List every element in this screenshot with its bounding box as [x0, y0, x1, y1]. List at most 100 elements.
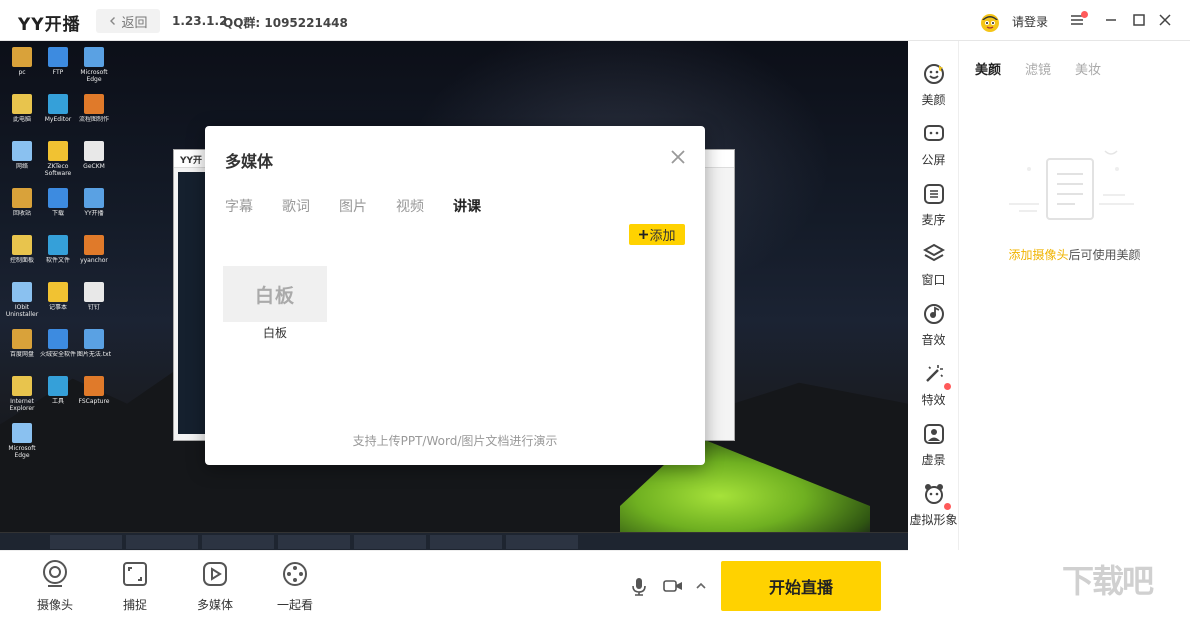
desktop-icon-label: 网络: [15, 163, 28, 170]
tool-layers[interactable]: 窗口: [908, 243, 959, 288]
desktop-icon-label: 软件文件: [45, 257, 70, 264]
desktop-icon: GeCKM: [74, 141, 114, 177]
tool-sound[interactable]: 音效: [908, 303, 959, 348]
taskbar-item: [50, 535, 122, 549]
tool-chat[interactable]: 公屏: [908, 123, 959, 168]
chevron-up-icon[interactable]: [694, 575, 708, 597]
tool-virtual-bg[interactable]: 虚景: [908, 423, 959, 468]
maximize-button[interactable]: [1129, 10, 1149, 30]
desktop-icon: IObit Uninstaller: [2, 282, 42, 318]
desktop-app-icon: [84, 282, 104, 302]
beauty-panel: 美颜 滤镜 美妆 添加摄像头后可使用美颜 下载吧: [959, 41, 1190, 620]
close-icon: [1159, 14, 1171, 26]
desktop-app-icon: [12, 94, 32, 114]
bottom-button-label: 摄像头: [36, 598, 73, 612]
panel-tab-2[interactable]: 美妆: [1075, 59, 1101, 78]
desktop-icon: MyEditor: [38, 94, 78, 130]
menu-button[interactable]: [1067, 10, 1088, 30]
start-live-button[interactable]: 开始直播: [721, 561, 881, 611]
desktop-icon-label: 回收站: [12, 210, 31, 217]
captured-window-thumbnail: [178, 172, 208, 434]
desktop-icon: 网络: [2, 141, 42, 177]
desktop-icon-label: ZKTeco Software: [44, 163, 72, 177]
desktop-icon-label: 百度网盘: [9, 351, 34, 358]
desktop-icon-label: 火绒安全软件: [39, 351, 76, 358]
desktop-app-icon: [12, 329, 32, 349]
panel-tab-0[interactable]: 美颜: [975, 59, 1001, 78]
tool-label: 公屏: [921, 153, 946, 167]
desktop-icon: 记事本: [38, 282, 78, 318]
desktop-icon-label: 控制面板: [9, 257, 34, 264]
desktop-icon: 火绒安全软件: [38, 329, 78, 365]
magic-wand-icon: [925, 365, 943, 382]
tool-queue[interactable]: 麦序: [908, 183, 959, 228]
layers-icon: [922, 243, 945, 262]
desktop-icon: 此电脑: [2, 94, 42, 130]
title-bar: YY开播 返回 1.23.1.2 QQ群: 1095221448 请登录: [0, 0, 1190, 41]
tab-4[interactable]: 讲课: [453, 196, 481, 216]
desktop-icon: 流程图制作: [74, 94, 114, 130]
tool-label: 音效: [921, 333, 946, 347]
chat-icon: [923, 125, 944, 141]
minimize-button[interactable]: [1101, 10, 1121, 30]
tool-beauty[interactable]: 美颜: [908, 63, 959, 108]
tool-magic-wand[interactable]: 特效: [908, 363, 959, 408]
microphone-icon[interactable]: [628, 575, 650, 597]
bottom-toolbar: 摄像头 捕捉 多媒体 一起看 开始直播: [0, 550, 908, 620]
app-window: YY开播 返回 1.23.1.2 QQ群: 1095221448 请登录 pc …: [0, 0, 1190, 620]
desktop-icon: FTP: [38, 47, 78, 83]
desktop-app-icon: [84, 329, 104, 349]
desktop-icon-label: GeCKM: [83, 163, 105, 170]
bottom-button-label: 捕捉: [122, 598, 147, 612]
desktop-icon-label: MyEditor: [44, 116, 72, 123]
tab-0[interactable]: 字幕: [225, 196, 253, 216]
add-camera-link[interactable]: 添加摄像头: [1008, 248, 1068, 262]
tab-2[interactable]: 图片: [339, 196, 367, 216]
bottom-button-label: 多媒体: [196, 598, 233, 612]
desktop-icon-label: 记事本: [48, 304, 67, 311]
desktop-icon: 工具: [38, 376, 78, 412]
tab-3[interactable]: 视频: [396, 196, 424, 216]
desktop-icon-label: Microsoft Edge: [8, 445, 36, 459]
login-link[interactable]: 请登录: [1012, 13, 1048, 30]
media-button[interactable]: 多媒体: [185, 559, 245, 613]
panel-tab-1[interactable]: 滤镜: [1025, 59, 1051, 78]
desktop-app-icon: [84, 47, 104, 67]
close-icon[interactable]: [669, 148, 687, 166]
close-button[interactable]: [1155, 10, 1175, 30]
desktop-app-icon: [84, 376, 104, 396]
panel-tabs: 美颜 滤镜 美妆: [975, 59, 1125, 78]
tool-avatar[interactable]: 虚拟形象: [908, 483, 959, 528]
taskbar-item: [430, 535, 502, 549]
add-button[interactable]: 添加: [629, 224, 685, 245]
camera-button[interactable]: 摄像头: [25, 559, 85, 613]
desktop-icon-label: pc: [18, 69, 26, 76]
desktop-app-icon: [12, 188, 32, 208]
desktop-app-icon: [12, 376, 32, 396]
whiteboard-thumbnail[interactable]: 白板: [223, 266, 327, 322]
desktop-app-icon: [84, 235, 104, 255]
tab-1[interactable]: 歌词: [282, 196, 310, 216]
sound-icon: [923, 304, 944, 324]
desktop-icon-label: Internet Explorer: [9, 398, 35, 412]
back-button[interactable]: 返回: [96, 9, 160, 33]
capture-button[interactable]: 捕捉: [105, 559, 165, 613]
desktop-app-icon: [48, 282, 68, 302]
video-camera-icon[interactable]: [662, 575, 684, 597]
user-avatar-icon[interactable]: [979, 11, 1001, 33]
desktop-app-icon: [12, 423, 32, 443]
camera-hint-text: 后可使用美颜: [1068, 248, 1141, 262]
upload-hint: 支持上传PPT/Word/图片文档进行演示: [352, 434, 558, 448]
version-text: 1.23.1.2: [172, 14, 228, 28]
dialog-title: 多媒体: [225, 152, 274, 171]
desktop-icon-label: YY开播: [84, 210, 104, 217]
desktop-icon: 图片无法.txt: [74, 329, 114, 365]
watch-together-button[interactable]: 一起看: [265, 559, 325, 613]
desktop-icon-label: 此电脑: [12, 116, 31, 123]
desktop-app-icon: [12, 235, 32, 255]
beauty-icon: [923, 64, 944, 84]
tool-label: 窗口: [921, 273, 946, 287]
avatar-icon: [924, 484, 943, 504]
desktop-app-icon: [48, 94, 68, 114]
desktop-icon: FSCapture: [74, 376, 114, 412]
